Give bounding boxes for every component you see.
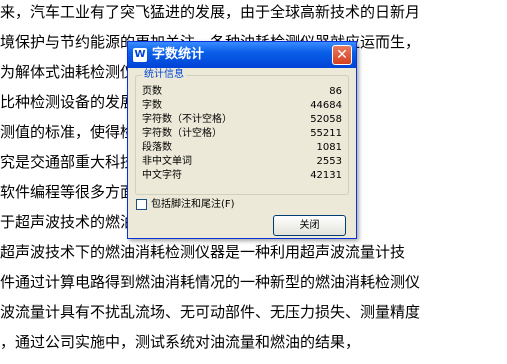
stat-value: 52058 bbox=[310, 114, 342, 125]
close-icon[interactable]: ✕ bbox=[332, 45, 352, 65]
dialog-title: 字数统计 bbox=[152, 47, 205, 62]
stat-row-chars-no-spaces: 字符数（不计空格） 52058 bbox=[142, 114, 342, 126]
document-line: 来，汽车工业有了突飞猛进的发展，由于全球高新技术的日新月 bbox=[0, 3, 421, 21]
stat-row-pages: 页数 86 bbox=[142, 86, 342, 98]
document-line: 波流量计具有不扰乱流场、无可动部件、无压力损失、测量精度 bbox=[0, 303, 421, 321]
statistics-group: 统计信息 页数 86 字数 44684 字符数（不计空格） 52058 字符数（… bbox=[135, 69, 349, 195]
stat-label: 字符数（不计空格） bbox=[142, 114, 232, 125]
stat-label: 字数 bbox=[142, 100, 162, 111]
stat-label: 字符数（计空格） bbox=[142, 128, 222, 139]
stat-row-paragraphs: 段落数 1081 bbox=[142, 142, 342, 154]
close-button[interactable]: 关闭 bbox=[273, 215, 346, 236]
document-line: 件通过计算电路得到燃油消耗情况的一种新型的燃油消耗检测仪 bbox=[0, 273, 421, 291]
stat-row-non-chinese-words: 非中文单词 2553 bbox=[142, 156, 342, 168]
stat-label: 中文字符 bbox=[142, 170, 182, 181]
stat-label: 页数 bbox=[142, 86, 162, 97]
stat-row-words: 字数 44684 bbox=[142, 100, 342, 112]
include-footnotes-label[interactable]: 包括脚注和尾注(F) bbox=[151, 198, 235, 211]
word-count-dialog: W 字数统计 ✕ 统计信息 页数 86 字数 44684 字符数（不计空格） 5… bbox=[127, 41, 357, 239]
statistics-group-label: 统计信息 bbox=[142, 69, 186, 81]
word-app-icon: W bbox=[133, 48, 147, 62]
dialog-titlebar[interactable]: W 字数统计 ✕ bbox=[128, 42, 356, 68]
stat-value: 1081 bbox=[316, 142, 342, 153]
stat-value: 2553 bbox=[316, 156, 342, 167]
include-footnotes-checkbox[interactable] bbox=[136, 199, 147, 210]
stat-label: 非中文单词 bbox=[142, 156, 192, 167]
stat-value: 55211 bbox=[310, 128, 342, 139]
document-line: 超声波技术下的燃油消耗检测仪器是一种利用超声波流量计技 bbox=[0, 243, 406, 261]
stat-value: 86 bbox=[329, 86, 342, 97]
stat-label: 段落数 bbox=[142, 142, 172, 153]
stat-value: 44684 bbox=[310, 100, 342, 111]
stat-row-chars-with-spaces: 字符数（计空格） 55211 bbox=[142, 128, 342, 140]
stat-row-chinese-chars: 中文字符 42131 bbox=[142, 170, 342, 182]
stat-value: 42131 bbox=[310, 170, 342, 181]
document-line: ，通过公司实施中，测试系统对油流量和燃油的结果， bbox=[0, 333, 361, 351]
